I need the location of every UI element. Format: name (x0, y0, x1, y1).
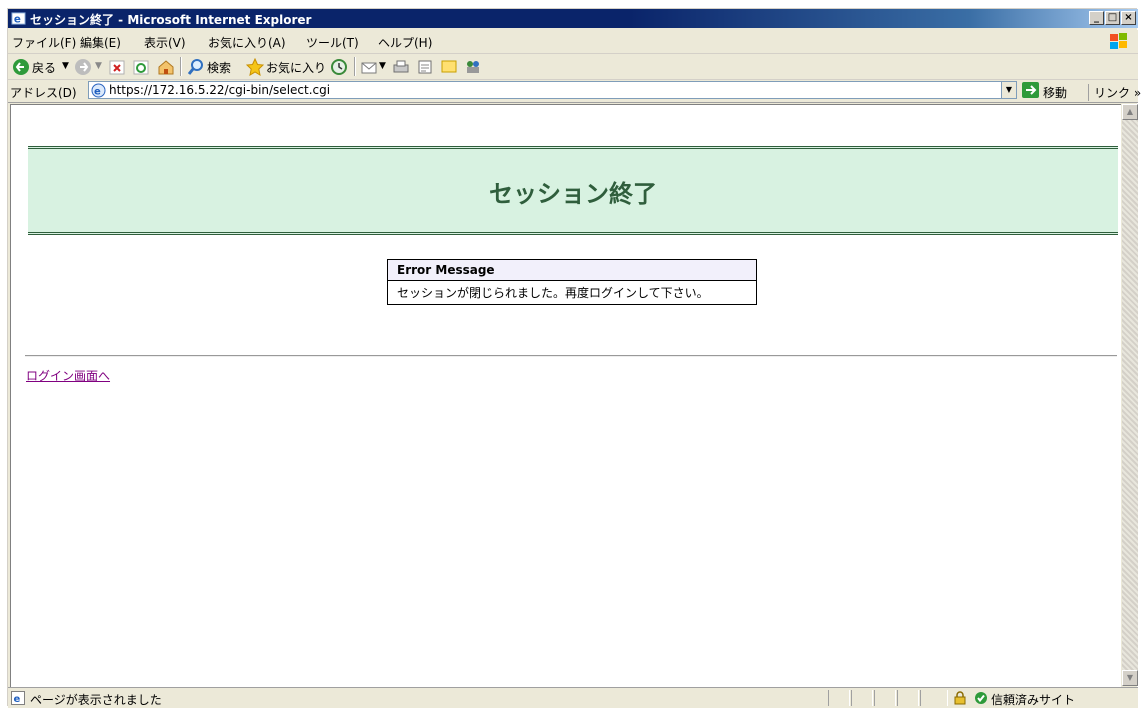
print-icon[interactable] (392, 58, 410, 76)
search-button-label[interactable]: 検索 (207, 59, 231, 76)
svg-text:e: e (14, 13, 21, 25)
error-box-header: Error Message (388, 260, 756, 281)
browser-window: e セッション終了 - Microsoft Internet Explorer … (7, 8, 1141, 708)
ie-icon: e (11, 12, 26, 25)
scroll-down-button[interactable]: ▼ (1122, 670, 1138, 686)
page-title: セッション終了 (489, 180, 657, 208)
close-button[interactable]: × (1121, 11, 1136, 25)
lock-icon[interactable] (953, 691, 967, 705)
address-label: アドレス(D) (10, 86, 77, 100)
status-text: ページが表示されました (30, 693, 162, 707)
scroll-up-button[interactable]: ▲ (1122, 104, 1138, 120)
go-arrow-icon[interactable] (1022, 82, 1039, 98)
page-done-icon: e (11, 691, 25, 705)
home-icon[interactable] (157, 58, 175, 76)
maximize-button[interactable]: □ (1105, 11, 1120, 25)
favorites-button-label[interactable]: お気に入り (266, 59, 326, 76)
links-toolbar[interactable]: リンク » (1088, 84, 1141, 101)
history-icon[interactable] (330, 58, 348, 76)
menu-file[interactable]: ファイル(F) (12, 34, 76, 51)
messenger-icon[interactable] (464, 58, 482, 76)
stop-icon[interactable] (109, 58, 125, 76)
address-url[interactable]: https://172.16.5.22/cgi-bin/select.cgi (109, 83, 330, 97)
status-pane (828, 690, 850, 706)
status-pane (874, 690, 896, 706)
address-input[interactable]: e https://172.16.5.22/cgi-bin/select.cgi (88, 81, 1002, 99)
go-button-label[interactable]: 移動 (1043, 84, 1067, 101)
toolbar-separator (354, 57, 356, 76)
address-bar: アドレス(D) e https://172.16.5.22/cgi-bin/se… (8, 80, 1141, 103)
back-dropdown-icon[interactable]: ▼ (62, 61, 69, 71)
favorites-star-icon[interactable] (246, 58, 264, 76)
toolbar-separator (180, 57, 182, 76)
status-pane (851, 690, 873, 706)
mail-icon[interactable] (360, 58, 378, 76)
forward-dropdown-icon[interactable]: ▼ (95, 61, 102, 71)
menu-edit[interactable]: 編集(E) (80, 34, 121, 51)
page-content: セッション終了 Error Message セッションが閉じられました。再度ログ… (10, 104, 1121, 687)
menu-favorites[interactable]: お気に入り(A) (208, 34, 286, 51)
trusted-zone-icon (975, 692, 987, 704)
svg-text:e: e (14, 694, 21, 705)
back-button-label[interactable]: 戻る (32, 59, 56, 76)
minimize-button[interactable]: _ (1089, 11, 1104, 25)
toolbar: 戻る ▼ ▼ 検索 お気に入り ▼ (8, 54, 1138, 80)
horizontal-rule (25, 355, 1117, 357)
svg-text:e: e (94, 87, 101, 98)
edit-icon[interactable] (416, 58, 434, 76)
search-icon[interactable] (187, 58, 205, 76)
status-pane (920, 690, 948, 706)
windows-logo-icon (1110, 33, 1127, 49)
login-page-link[interactable]: ログイン画面へ (26, 367, 110, 384)
ie-page-icon: e (91, 83, 106, 98)
refresh-icon[interactable] (133, 58, 149, 76)
menu-bar: ファイル(F) 編集(E) 表示(V) お気に入り(A) ツール(T) ヘルプ(… (8, 30, 1138, 54)
error-box-message: セッションが閉じられました。再度ログインして下さい。 (388, 281, 756, 304)
title-bar[interactable]: e セッション終了 - Microsoft Internet Explorer … (8, 9, 1138, 28)
menu-view[interactable]: 表示(V) (144, 34, 186, 51)
address-dropdown-button[interactable]: ▼ (1001, 81, 1017, 99)
security-zone-text: 信頼済みサイト (991, 693, 1076, 707)
menu-tools[interactable]: ツール(T) (306, 34, 359, 51)
window-title: セッション終了 - Microsoft Internet Explorer (30, 13, 312, 27)
forward-arrow-icon[interactable] (74, 58, 92, 76)
status-pane (897, 690, 919, 706)
page-banner: セッション終了 (28, 146, 1118, 235)
mail-dropdown-icon[interactable]: ▼ (379, 61, 386, 71)
error-message-box: Error Message セッションが閉じられました。再度ログインして下さい。 (387, 259, 757, 305)
status-bar: e ページが表示されました 信頼済みサイト (8, 687, 1138, 708)
discuss-icon[interactable] (440, 58, 458, 76)
back-arrow-icon[interactable] (12, 58, 30, 76)
menu-help[interactable]: ヘルプ(H) (378, 34, 432, 51)
vertical-scrollbar[interactable]: ▲ ▼ (1122, 104, 1138, 686)
